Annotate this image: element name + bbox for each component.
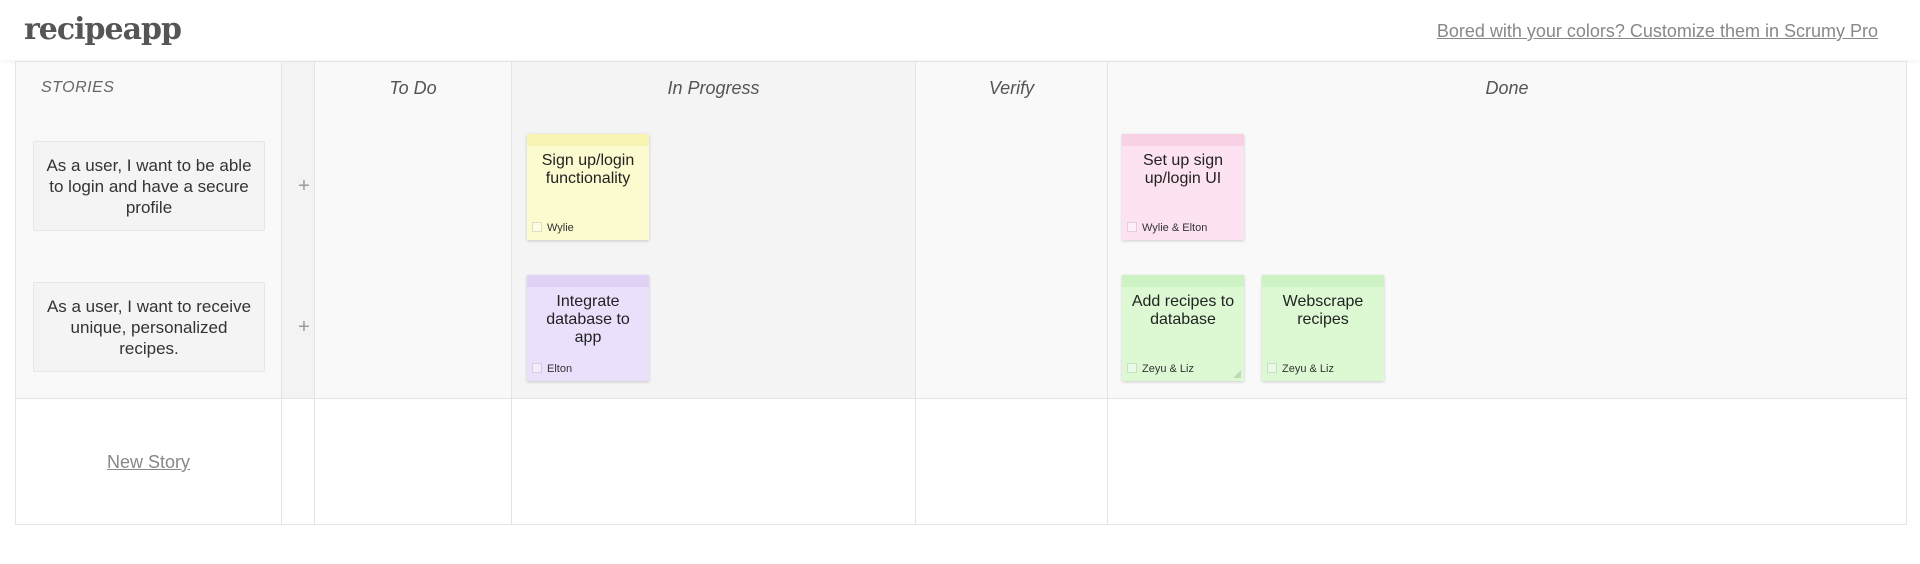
task-note[interactable]: Add recipes to database Zeyu & Liz <box>1122 275 1244 381</box>
task-title: Add recipes to database <box>1131 293 1235 328</box>
note-color-band <box>1122 134 1244 146</box>
resize-handle[interactable] <box>1233 370 1241 378</box>
top-bar: recipeapp Bored with your colors? Custom… <box>0 0 1920 60</box>
divider <box>281 62 282 524</box>
task-checkbox[interactable] <box>1127 222 1137 232</box>
done-header: Done <box>1485 78 1529 98</box>
todo-column-bg <box>315 62 511 398</box>
task-owner: Zeyu & Liz <box>1282 363 1334 375</box>
task-owner: Wylie <box>547 222 574 234</box>
task-title: Sign up/login functionality <box>541 152 635 187</box>
note-color-band <box>527 275 649 287</box>
task-owner: Wylie & Elton <box>1142 222 1208 234</box>
story-card[interactable]: As a user, I want to receive unique, per… <box>33 282 265 372</box>
story-text: As a user, I want to be able to login an… <box>46 155 252 217</box>
app-logo[interactable]: recipeapp <box>24 12 182 47</box>
task-note[interactable]: Sign up/login functionality Wylie <box>527 134 649 240</box>
note-color-band <box>1262 275 1384 287</box>
add-task-column-bg <box>282 62 314 398</box>
task-owner: Zeyu & Liz <box>1142 363 1194 375</box>
in-progress-header: In Progress <box>667 78 760 98</box>
divider <box>1107 62 1108 524</box>
task-title: Webscrape recipes <box>1282 293 1364 328</box>
customize-colors-link[interactable]: Bored with your colors? Customize them i… <box>1437 21 1878 42</box>
task-checkbox[interactable] <box>532 222 542 232</box>
task-title: Integrate database to app <box>546 293 630 346</box>
stories-header: STORIES <box>41 79 115 96</box>
add-task-button[interactable]: + <box>293 175 315 198</box>
note-color-band <box>527 134 649 146</box>
verify-column-bg <box>916 62 1107 398</box>
story-card[interactable]: As a user, I want to be able to login an… <box>33 141 265 231</box>
note-color-band <box>1122 275 1244 287</box>
task-note[interactable]: Webscrape recipes Zeyu & Liz <box>1262 275 1384 381</box>
task-checkbox[interactable] <box>1267 363 1277 373</box>
task-owner: Elton <box>547 363 573 375</box>
divider <box>16 398 1906 399</box>
divider <box>314 62 315 524</box>
divider <box>915 62 916 524</box>
task-title: Set up sign up/login UI <box>1142 152 1224 187</box>
scrum-board: STORIES To Do In Progress Verify Done As… <box>15 61 1907 525</box>
todo-header: To Do <box>389 78 437 98</box>
task-checkbox[interactable] <box>1127 363 1137 373</box>
task-checkbox[interactable] <box>532 363 542 373</box>
task-note[interactable]: Set up sign up/login UI Wylie & Elton <box>1122 134 1244 240</box>
add-task-button[interactable]: + <box>293 316 315 339</box>
new-story-link[interactable]: New Story <box>16 452 281 473</box>
story-text: As a user, I want to receive unique, per… <box>46 296 252 358</box>
divider <box>511 62 512 524</box>
verify-header: Verify <box>988 78 1035 98</box>
task-note[interactable]: Integrate database to app Elton <box>527 275 649 381</box>
